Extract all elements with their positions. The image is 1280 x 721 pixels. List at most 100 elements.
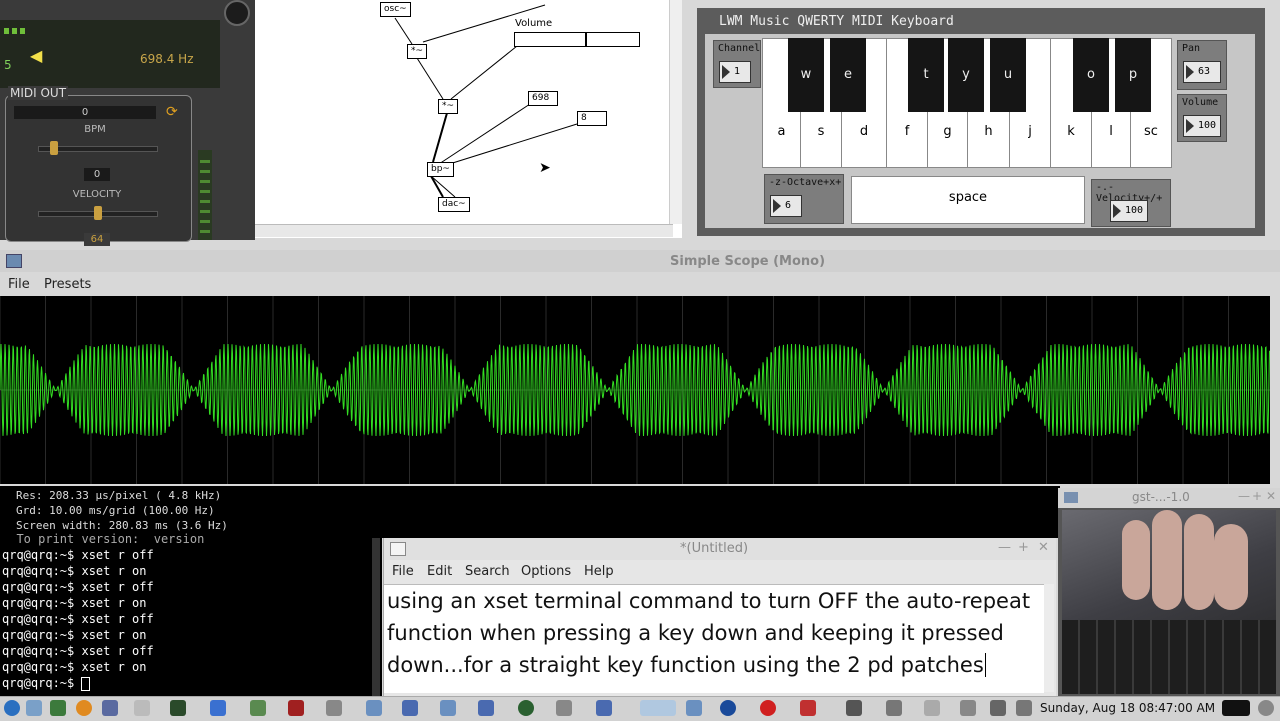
channel-control[interactable]: Channel 1 — [713, 40, 761, 88]
power-knob[interactable] — [224, 0, 250, 26]
black-key-w[interactable]: w — [788, 38, 824, 112]
menu-file[interactable]: File — [8, 277, 30, 292]
velocity-value[interactable]: 100 — [1110, 200, 1148, 222]
browser-icon[interactable] — [76, 700, 92, 716]
minimize-icon[interactable]: — — [1238, 489, 1250, 503]
app-icon[interactable] — [134, 700, 150, 716]
desktop-icon[interactable] — [26, 700, 42, 716]
black-key-u[interactable]: u — [990, 38, 1026, 112]
scope-info-panel: Res: 208.33 µs/pixel ( 4.8 kHz) Grd: 10.… — [0, 486, 1060, 538]
terminal-prompt: qrq@qrq:~$ — [2, 660, 75, 674]
app-icon[interactable] — [440, 700, 456, 716]
app-icon[interactable] — [518, 700, 534, 716]
horizontal-scrollbar[interactable] — [255, 224, 673, 237]
app-icon[interactable] — [886, 700, 902, 716]
pd-object-multiply[interactable]: *~ — [438, 99, 459, 114]
velocity-value[interactable]: 0 — [84, 168, 110, 181]
menu-file[interactable]: File — [392, 564, 414, 579]
record-icon[interactable] — [760, 700, 776, 716]
app-icon[interactable] — [640, 700, 676, 716]
maximize-icon[interactable]: + — [1252, 489, 1262, 503]
hp-icon[interactable] — [720, 700, 736, 716]
vertical-scrollbar[interactable] — [669, 0, 682, 224]
bpm-value[interactable]: 0 — [14, 106, 156, 119]
black-key-y[interactable]: y — [948, 38, 984, 112]
editor-line: function when pressing a key down and ke… — [387, 621, 1004, 645]
pd-object-osc[interactable]: osc~ — [380, 2, 411, 17]
network-tray-icon[interactable] — [990, 700, 1006, 716]
terminal-launcher-icon[interactable] — [50, 700, 66, 716]
menu-search[interactable]: Search — [465, 564, 510, 579]
tray-icon[interactable] — [1016, 700, 1032, 716]
octave-control[interactable]: -z-Octave+x+ 6 — [764, 174, 844, 224]
editor-scrollbar[interactable] — [1044, 584, 1054, 692]
scope-titlebar[interactable] — [0, 250, 1280, 272]
pd-patch-canvas[interactable]: osc~ *~ *~ bp~ dac~ 698 8 Volume ➤ — [255, 0, 682, 238]
volume-slider-thumb[interactable] — [584, 33, 587, 46]
app-icon[interactable] — [170, 700, 186, 716]
terminal-command: xset r on — [74, 628, 147, 642]
menu-options[interactable]: Options — [521, 564, 571, 579]
velocity-control[interactable]: -.-Velocity+/+ 100 — [1091, 179, 1171, 227]
app-icon[interactable] — [210, 700, 226, 716]
terminal-window[interactable]: To print version: version qrq@qrq:~$ xse… — [0, 532, 382, 696]
close-icon[interactable]: ✕ — [1266, 489, 1276, 503]
sync-icon[interactable]: ⟳ — [166, 104, 178, 120]
terminal-command: xset r off — [74, 580, 154, 594]
app-icon[interactable] — [288, 700, 304, 716]
menu-help[interactable]: Help — [584, 564, 614, 579]
volume-slider[interactable] — [514, 32, 640, 47]
bpm-slider-thumb[interactable] — [50, 141, 58, 155]
monitor-icon[interactable] — [1222, 700, 1250, 716]
black-key-o[interactable]: o — [1073, 38, 1109, 112]
app-icon[interactable] — [800, 700, 816, 716]
laptop-keyboard — [1062, 620, 1276, 694]
space-key[interactable]: space — [851, 176, 1085, 224]
bluetooth-tray-icon[interactable] — [960, 700, 976, 716]
clock[interactable]: Sunday, Aug 18 08:47:00 AM — [1040, 701, 1215, 715]
volume-tray-icon[interactable] — [924, 700, 940, 716]
display-value: 5 — [4, 58, 12, 72]
app-icon[interactable] — [846, 700, 862, 716]
pd-object-dac[interactable]: dac~ — [438, 197, 470, 212]
app-icon[interactable] — [250, 700, 266, 716]
start-menu-icon[interactable] — [4, 700, 20, 716]
black-key-p[interactable]: p — [1115, 38, 1151, 112]
octave-value[interactable]: 6 — [770, 195, 802, 217]
app-icon[interactable] — [478, 700, 494, 716]
app-icon[interactable] — [686, 700, 702, 716]
black-key-e[interactable]: e — [830, 38, 866, 112]
menu-edit[interactable]: Edit — [427, 564, 452, 579]
app-icon[interactable] — [366, 700, 382, 716]
terminal-scrollbar[interactable] — [372, 538, 380, 696]
keyboard-body: Channel 1 a s d f g h j k l sc wetyuop Pan 63 Vol… — [705, 34, 1255, 228]
pd-object-multiply[interactable]: *~ — [407, 44, 428, 59]
app-icon[interactable] — [402, 700, 418, 716]
pd-number-box[interactable]: 8 — [577, 111, 607, 126]
power-icon[interactable] — [1258, 700, 1274, 716]
menu-presets[interactable]: Presets — [44, 277, 91, 292]
app-icon[interactable] — [556, 700, 572, 716]
black-key-t[interactable]: t — [908, 38, 944, 112]
terminal-line: qrq@qrq:~$ xset r on — [2, 660, 147, 674]
pd-number-box[interactable]: 698 — [528, 91, 558, 106]
volume-control[interactable]: Volume 100 — [1177, 94, 1227, 142]
app-icon[interactable] — [596, 700, 612, 716]
terminal-line: qrq@qrq:~$ xset r on — [2, 628, 147, 642]
volume-value[interactable]: 100 — [1183, 115, 1221, 137]
app-icon[interactable] — [326, 700, 342, 716]
webcam-video-frame — [1062, 510, 1276, 694]
pan-value[interactable]: 63 — [1183, 61, 1221, 83]
pan-control[interactable]: Pan 63 — [1177, 40, 1227, 90]
channel-value[interactable]: 1 — [719, 61, 751, 83]
app-icon[interactable] — [102, 700, 118, 716]
velocity-slider-thumb[interactable] — [94, 206, 102, 220]
pd-object-bandpass[interactable]: bp~ — [427, 162, 454, 177]
maximize-icon[interactable]: + — [1018, 540, 1029, 555]
close-icon[interactable]: ✕ — [1038, 540, 1049, 555]
led — [12, 28, 17, 34]
minimize-icon[interactable]: — — [998, 540, 1011, 555]
text-editor-window: *(Untitled) — + ✕ File Edit Search Optio… — [383, 538, 1056, 696]
terminal-prompt: qrq@qrq:~$ — [2, 612, 75, 626]
editor-text-area[interactable]: using an xset terminal command to turn O… — [384, 584, 1044, 693]
